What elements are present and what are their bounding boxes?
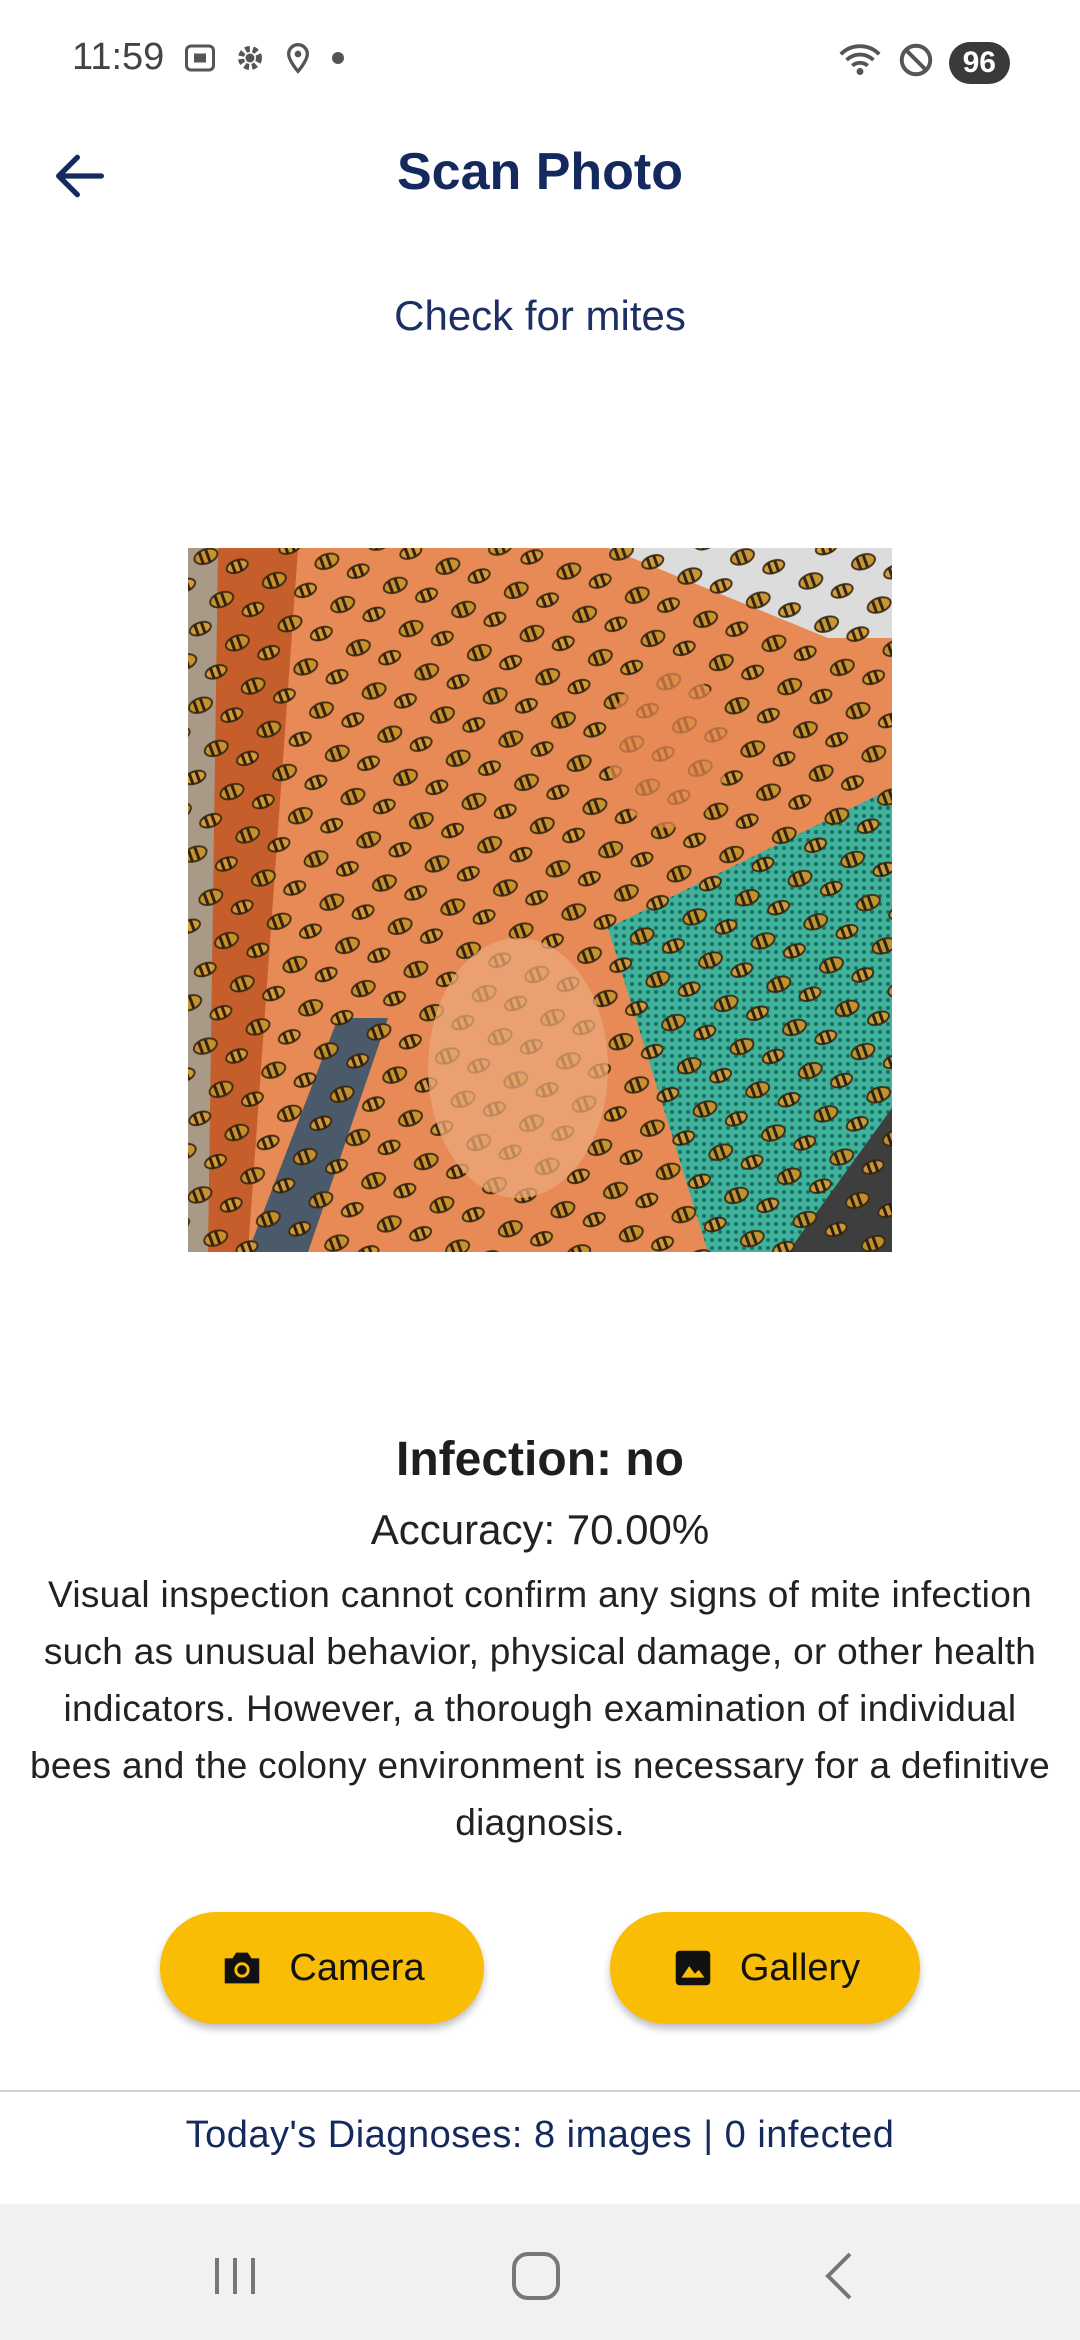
gear-icon <box>232 40 268 81</box>
screen: 11:59 96 Scan Photo Check for mites Infe… <box>0 0 1080 2340</box>
screenshot-icon <box>182 40 218 81</box>
recents-button[interactable] <box>205 2246 265 2306</box>
do-not-disturb-icon <box>897 41 935 84</box>
system-nav-bar <box>0 2204 1080 2340</box>
page-title: Scan Photo <box>396 143 684 201</box>
dot-icon <box>328 48 348 73</box>
system-back-button[interactable] <box>810 2246 870 2306</box>
bee-hive-image <box>188 548 892 1252</box>
app-bar: Scan Photo <box>0 120 1080 230</box>
infection-result: Infection: no <box>396 1433 684 1486</box>
camera-icon <box>225 1952 260 1984</box>
subtitle: Check for mites <box>394 292 686 339</box>
wifi-icon <box>837 40 883 85</box>
gallery-button-label: Gallery <box>739 1946 861 1989</box>
accuracy-text: Accuracy: 70.00% <box>370 1506 710 1553</box>
image-icon <box>675 1950 711 1986</box>
camera-button-label: Camera <box>289 1946 425 1989</box>
home-button[interactable] <box>506 2246 566 2306</box>
battery-badge: 96 <box>948 41 1010 84</box>
status-bar: 11:59 96 <box>0 0 1080 120</box>
recents-icon <box>215 2258 255 2294</box>
camera-button[interactable]: Camera <box>160 1912 484 2024</box>
diagnosis-description: Visual inspection cannot confirm any sig… <box>30 1574 1050 1843</box>
divider <box>0 2090 1080 2092</box>
chevron-left-icon <box>825 2252 852 2300</box>
todays-diagnoses: Today's Diagnoses: 8 images | 0 infected <box>185 2114 895 2156</box>
home-icon <box>512 2252 560 2300</box>
bee-hive-photo <box>188 548 892 1252</box>
gallery-button[interactable]: Gallery <box>610 1912 920 2024</box>
status-time: 11:59 <box>72 36 165 78</box>
location-icon <box>282 40 314 81</box>
